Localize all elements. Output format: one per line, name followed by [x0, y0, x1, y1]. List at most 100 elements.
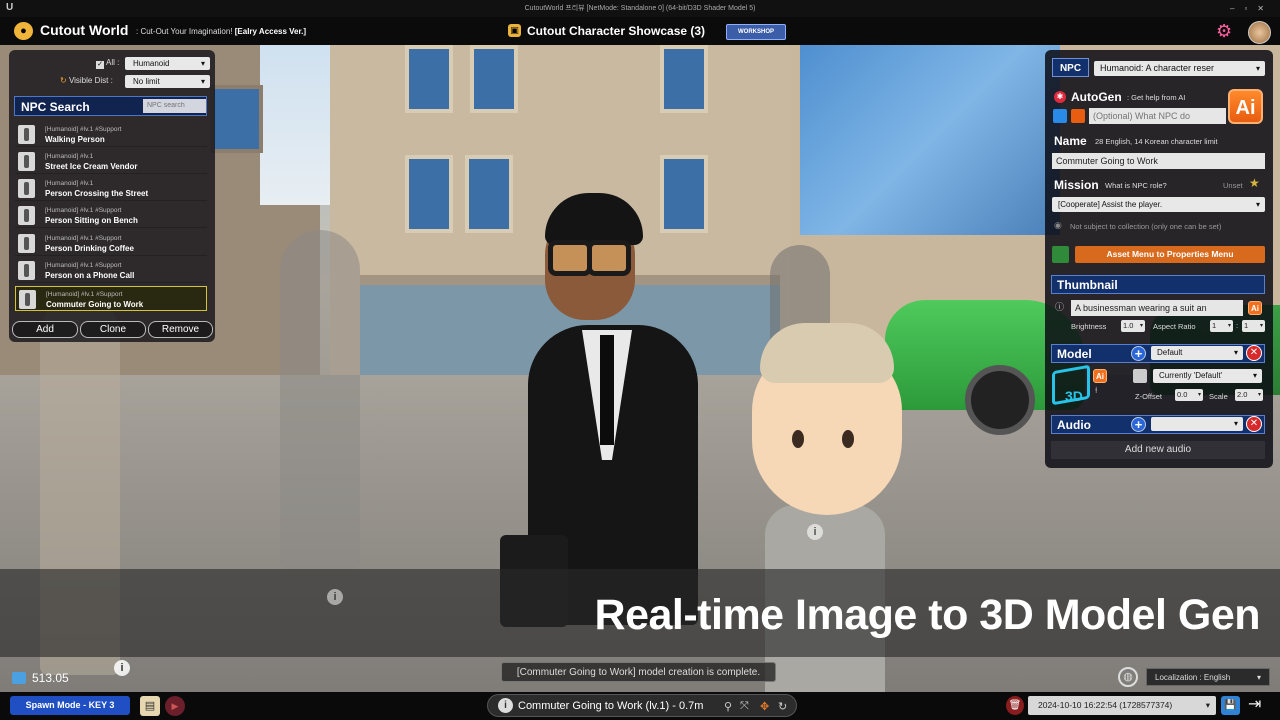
list-item-selected[interactable]: [Humanoid] #lv.1 #Support Commuter Going… [15, 286, 207, 311]
rotate-tool-icon[interactable]: ↻ [778, 700, 787, 713]
unset-label[interactable]: Unset [1223, 181, 1243, 190]
npc-thumbnail [18, 261, 35, 280]
app-header: ● Cutout World : Cut-Out Your Imaginatio… [0, 17, 1280, 45]
building-window [660, 155, 708, 233]
mission-select[interactable]: [Cooperate] Assist the player. [1052, 197, 1265, 212]
window-controls[interactable]: –▫✕ [1230, 0, 1274, 17]
npc-tags: [Humanoid] #lv.1 [45, 153, 94, 160]
list-item[interactable]: [Humanoid] #lv.1 Street Ice Cream Vendor [15, 149, 207, 174]
scale-label: Scale [1209, 392, 1228, 401]
clone-button[interactable]: Clone [80, 321, 146, 338]
add-button[interactable]: Add [12, 321, 78, 338]
all-filter[interactable]: ✓ All : [96, 58, 119, 69]
car-wheel [965, 365, 1035, 435]
thumbnail-prompt-input[interactable]: A businessman wearing a suit an [1071, 300, 1243, 316]
save-icon[interactable]: 💾 [1221, 696, 1240, 715]
selected-npc-status: i Commuter Going to Work (lv.1) - 0.7m ⚲… [487, 694, 797, 717]
glass-facade [800, 45, 1060, 235]
list-item[interactable]: [Humanoid] #lv.1 Person Crossing the Str… [15, 176, 207, 201]
model-preview-icon[interactable] [1133, 369, 1147, 383]
add-new-audio-button[interactable]: Add new audio [1051, 441, 1265, 459]
list-item[interactable]: [Humanoid] #lv.1 #Support Person Sitting… [15, 203, 207, 228]
workshop-button[interactable]: WORKSHOP [726, 24, 786, 40]
list-item[interactable]: [Humanoid] #lv.1 #Support Person on a Ph… [15, 258, 207, 283]
building-window [465, 155, 513, 233]
model-ai-button[interactable]: Ai [1093, 369, 1107, 383]
visible-dist-row: ↻ Visible Dist : [60, 76, 113, 85]
cat-logo-icon: ● [14, 22, 33, 40]
mission-title: Mission [1054, 178, 1099, 192]
star-icon[interactable]: ★ [1249, 176, 1260, 190]
info-icon[interactable]: ⓘ [1055, 300, 1064, 313]
npc-name: Commuter Going to Work [46, 300, 144, 309]
audio-select[interactable] [1151, 417, 1243, 431]
unreal-engine-logo: U [6, 2, 14, 13]
selected-npc-text: Commuter Going to Work (lv.1) - 0.7m [518, 700, 704, 712]
info-icon[interactable]: i [498, 698, 513, 713]
brightness-select[interactable]: 1.0 [1121, 320, 1145, 332]
autogen-prompt-input[interactable] [1089, 108, 1226, 124]
npc-tags: [Humanoid] #lv.1 #Support [45, 262, 122, 269]
model-current-select[interactable]: Currently 'Default' [1153, 369, 1262, 383]
ai-generate-button[interactable]: Ai [1228, 89, 1263, 124]
localization-select[interactable]: Localization : English [1146, 668, 1270, 687]
commuter-tie [600, 335, 614, 445]
thumbnail-ai-button[interactable]: Ai [1248, 301, 1262, 315]
npc-search-header: NPC Search [14, 96, 207, 116]
remove-audio-button[interactable]: ✕ [1246, 416, 1262, 432]
list-item[interactable]: [Humanoid] #lv.1 #Support Walking Person [15, 122, 207, 147]
autogen-icon: ✱ [1054, 91, 1066, 103]
visible-dist-label: Visible Dist [68, 76, 109, 85]
visible-dist-select[interactable]: No limit [125, 75, 210, 88]
add-audio-button[interactable]: + [1131, 417, 1146, 432]
save-slot-select[interactable]: 2024-10-10 16:22:54 (1728577374) [1028, 696, 1216, 715]
trash-icon[interactable]: 🗑 [1006, 696, 1024, 715]
npc-info-icon[interactable]: i [807, 524, 823, 540]
asset-menu-button[interactable]: Asset Menu to Properties Menu [1075, 246, 1265, 263]
checkbox-icon[interactable]: ✓ [96, 61, 104, 69]
menu-toggle-icon[interactable] [1052, 246, 1069, 263]
commuter-glasses [587, 240, 631, 276]
aspect-height-select[interactable]: 1 [1242, 320, 1265, 332]
gear-icon[interactable]: ⚙ [1216, 21, 1232, 41]
globe-icon[interactable]: ◍ [1118, 667, 1138, 687]
exit-icon[interactable]: ⇥ [1248, 695, 1261, 715]
refresh-icon[interactable]: ↻ [60, 76, 67, 85]
avatar[interactable] [1248, 21, 1271, 44]
fps-counter: 513.05 [32, 671, 69, 685]
document-icon[interactable]: ▤ [140, 696, 160, 716]
person-pin-icon[interactable]: ⚲ [724, 700, 732, 713]
thumbnail-title: Thumbnail [1057, 278, 1118, 292]
kid-eye [792, 430, 804, 448]
npc-tags: [Humanoid] #lv.1 #Support [45, 235, 122, 242]
npc-thumbnail [19, 290, 36, 309]
app-tagline: : Cut-Out Your Imagination! [Ealry Acces… [136, 27, 307, 36]
remove-button[interactable]: Remove [148, 321, 213, 338]
audio-title: Audio [1057, 418, 1091, 432]
npc-thumbnail [18, 152, 35, 171]
spawn-mode-button[interactable]: Spawn Mode - KEY 3 [10, 696, 130, 715]
npc-info-icon[interactable]: i [327, 589, 343, 605]
add-model-button[interactable]: + [1131, 346, 1146, 361]
showcase-title: Cutout Character Showcase (3) [527, 24, 706, 38]
npc-name-field[interactable]: Commuter Going to Work [1052, 153, 1265, 169]
npc-search-input[interactable] [143, 99, 206, 113]
play-icon[interactable]: ▶ [165, 696, 185, 716]
type-filter-select[interactable]: Humanoid [125, 57, 210, 70]
aspect-width-select[interactable]: 1 [1210, 320, 1233, 332]
scale-select[interactable]: 2.0 [1235, 389, 1263, 401]
kid-eye [842, 430, 854, 448]
model-select[interactable]: Default [1151, 346, 1243, 360]
building-window [405, 45, 453, 113]
move-tool-icon[interactable]: ✥ [760, 700, 769, 713]
remove-model-button[interactable]: ✕ [1246, 345, 1262, 361]
info-icon[interactable]: i [114, 660, 130, 676]
npc-name: Person on a Phone Call [45, 271, 135, 280]
npc-type-select[interactable]: Humanoid: A character reser [1094, 61, 1265, 76]
upload-icon[interactable] [1071, 109, 1085, 123]
z-offset-select[interactable]: 0.0 [1175, 389, 1203, 401]
image-upload-icon[interactable] [1053, 109, 1067, 123]
list-item[interactable]: [Humanoid] #lv.1 #Support Person Drinkin… [15, 231, 207, 256]
npc-badge: NPC [1052, 58, 1089, 77]
scale-tool-icon[interactable]: ⤧ [740, 700, 749, 713]
